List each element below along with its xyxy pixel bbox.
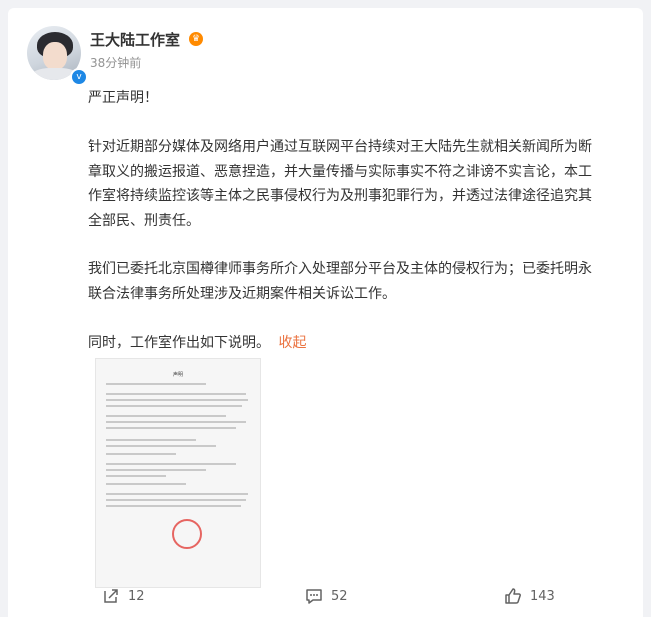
weibo-post-card: v 王大陆工作室 ♛ 38分钟前 严正声明！ 针对近期部分媒体及网络用户通过互联… (8, 8, 643, 617)
repost-button[interactable]: 12 (102, 586, 145, 606)
red-seal-icon (172, 519, 202, 549)
paragraph-note: 同时，工作室作出如下说明。 收起 (88, 335, 307, 351)
like-button[interactable]: 143 (504, 586, 555, 606)
comment-count: 52 (331, 588, 348, 604)
repost-icon (104, 589, 118, 603)
statement-document-image[interactable]: 声明 (95, 358, 261, 588)
like-count: 143 (530, 588, 555, 604)
comment-icon (306, 589, 322, 604)
action-bar: 12 52 143 (8, 576, 643, 616)
stamp-mark (210, 531, 254, 545)
comment-button[interactable]: 52 (305, 586, 348, 606)
verified-badge-icon: v (70, 68, 88, 86)
collapse-link[interactable]: 收起 (278, 335, 306, 351)
paragraph-heading: 严正声明！ (88, 90, 158, 106)
repost-count: 12 (128, 588, 145, 604)
like-icon (505, 588, 521, 604)
crown-icon[interactable]: ♛ (189, 32, 203, 46)
paragraph-lawyers: 我们已委托北京国樽律师事务所介入处理部分平台及主体的侵权行为；已委托明永 联合法… (88, 261, 592, 302)
post-time[interactable]: 38分钟前 (90, 54, 141, 71)
author-name[interactable]: 王大陆工作室 (90, 29, 180, 50)
paragraph-statement: 针对近期部分媒体及网络用户通过互联网平台持续对王大陆先生就相关新闻所为断 章取义… (88, 139, 592, 229)
doc-title: 声明 (172, 372, 183, 378)
